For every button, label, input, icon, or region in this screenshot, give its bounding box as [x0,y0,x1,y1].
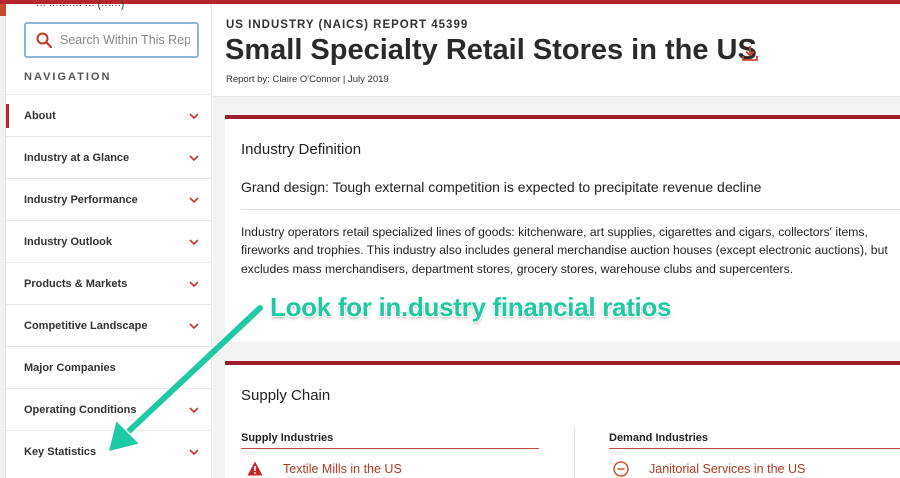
chevron-down-icon [189,406,199,413]
report-eyebrow: US INDUSTRY (NAICS) REPORT 45399 [226,19,469,31]
link-label: Textile Mills in the US [283,461,402,476]
search-box[interactable] [24,22,199,58]
nav-item-operating-conditions[interactable]: Operating Conditions [6,388,211,430]
byline: Report by: Claire O'Connor | July 2019 [226,74,389,85]
nav-item-key-statistics[interactable]: Key Statistics [6,430,211,472]
download-icon[interactable] [741,44,759,62]
chevron-down-icon [189,238,199,245]
nav-item-label: Industry Outlook [24,235,112,248]
chevron-down-icon [189,448,199,455]
chevron-down-icon [189,322,199,329]
nav-item-industry-at-a-glance[interactable]: Industry at a Glance [6,136,211,178]
nav-item-label: Competitive Landscape [24,319,148,332]
minus-circle-icon [613,461,629,477]
nav-item-label: Industry Performance [24,193,138,206]
demand-industries-heading: Demand Industries [609,432,900,449]
card-title: Supply Chain [241,387,331,404]
link-label: Janitorial Services in the US [649,462,806,476]
demand-industry-link[interactable]: Janitorial Services in the US [613,461,805,477]
main-content: US INDUSTRY (NAICS) REPORT 45399 Small S… [213,4,900,478]
warning-icon [247,461,263,476]
nav-item-major-companies[interactable]: Major Companies [6,346,211,388]
nav-item-label: About [24,109,56,122]
supply-chain-card: Supply Chain Supply Industries Demand In… [225,361,900,478]
nav-item-label: Major Companies [24,361,116,374]
nav-item-label: Key Statistics [24,445,97,458]
chevron-down-icon [189,154,199,161]
search-input[interactable] [60,33,190,47]
nav-item-label: Operating Conditions [24,403,137,416]
supply-industries-heading: Supply Industries [241,432,539,449]
column-divider [574,427,575,478]
search-icon [36,32,52,48]
definition-separator [241,209,900,210]
chevron-down-icon [189,196,199,203]
definition-subhead: Grand design: Tough external competition… [241,179,762,195]
annotation-callout: Look for in.dustry financial ratios [270,292,672,322]
card-title: Industry Definition [241,141,362,158]
nav-item-label: Products & Markets [24,277,128,290]
chevron-down-icon [189,280,199,287]
nav-item-industry-outlook[interactable]: Industry Outlook [6,220,211,262]
nav-item-products-markets[interactable]: Products & Markets [6,262,211,304]
nav-item-competitive-landscape[interactable]: Competitive Landscape [6,304,211,346]
nav-heading: NAVIGATION [24,71,112,83]
sidebar-cut-text: ··· ·········· ··· (······) [36,0,125,11]
nav-item-label: Industry at a Glance [24,151,130,164]
page-title: Small Specialty Retail Stores in the US [225,34,757,66]
supply-industry-link[interactable]: Textile Mills in the US [247,461,402,476]
sidebar: ··· ·········· ··· (······) NAVIGATION A… [6,0,212,478]
definition-paragraph: Industry operators retail specialized li… [241,225,888,276]
nav-item-about[interactable]: About [6,94,211,136]
nav-item-industry-performance[interactable]: Industry Performance [6,178,211,220]
chevron-down-icon [189,112,199,119]
nav-list: About Industry at a Glance Industry Perf… [6,94,211,472]
